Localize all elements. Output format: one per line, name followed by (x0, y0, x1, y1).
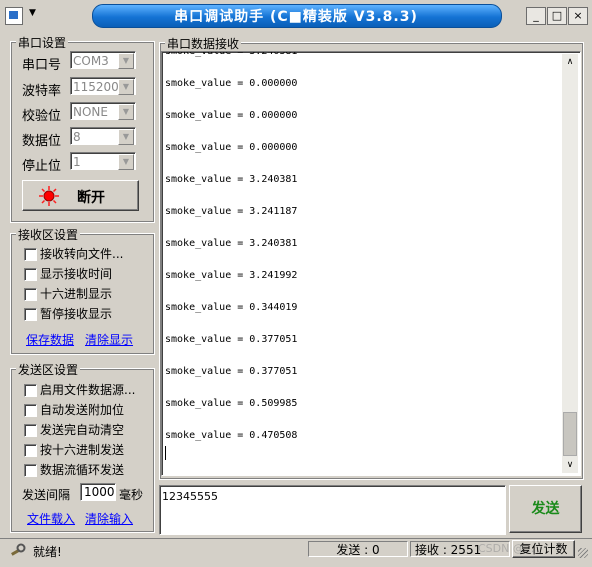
sent-count: 发送 : 0 (308, 541, 408, 557)
show-time-label: 显示接收时间 (40, 267, 113, 281)
receive-line: smoke_value = 3.240381 (165, 174, 298, 185)
red-led-icon (39, 186, 59, 206)
app-menu-icon[interactable] (5, 7, 23, 25)
receive-line: smoke_value = 0.000000 (165, 78, 298, 89)
receive-line: smoke_value = 0.344019 (165, 302, 298, 313)
append-bits-label: 自动发送附加位 (40, 403, 125, 417)
send-button[interactable]: 发送 (509, 485, 582, 533)
receive-to-file-label: 接收转向文件... (40, 247, 124, 261)
receive-to-file-checkbox[interactable] (24, 248, 37, 261)
receive-line: smoke_value = 0.000000 (165, 110, 298, 121)
receive-line: smoke_value = 3.241187 (165, 206, 298, 217)
baud-label: 波特率 (22, 84, 62, 99)
status-text: 就绪! (33, 545, 62, 559)
status-divider (0, 538, 592, 539)
stop-bits-select[interactable]: 1 ▼ (70, 152, 136, 170)
receive-line: smoke_value = 0.377051 (165, 334, 298, 345)
clear-display-link[interactable]: 清除显示 (85, 331, 133, 348)
serial-settings-label: 串口设置 (16, 34, 69, 51)
resize-grip[interactable] (578, 548, 588, 558)
baud-value: 115200 (73, 80, 119, 94)
send-settings-label: 发送区设置 (16, 361, 81, 378)
receive-line: smoke_value = 0.509985 (165, 398, 298, 409)
hex-display-label: 十六进制显示 (40, 287, 113, 301)
chevron-down-icon[interactable]: ▼ (118, 53, 134, 69)
receive-line: smoke_value = 0.470508 (165, 430, 298, 441)
parity-label: 校验位 (22, 109, 62, 124)
minimize-button[interactable]: _ (526, 7, 546, 25)
window-title: 串口调试助手 (C■精装版 V3.8.3) (174, 9, 418, 25)
close-button[interactable]: × (568, 7, 588, 25)
append-bits-checkbox[interactable] (24, 404, 37, 417)
pause-display-label: 暂停接收显示 (40, 307, 113, 321)
data-bits-label: 数据位 (22, 134, 62, 149)
data-bits-select[interactable]: 8 ▼ (70, 127, 136, 145)
parity-select[interactable]: NONE ▼ (70, 102, 136, 120)
receive-line: smoke_value = 3.240381 (165, 238, 298, 249)
scrollbar-thumb[interactable] (563, 412, 577, 456)
chevron-down-icon[interactable]: ▼ (118, 104, 134, 120)
receive-line: smoke_value = 0.377051 (165, 366, 298, 377)
open-close-port-button[interactable]: 断开 (22, 180, 139, 211)
clear-input-link[interactable]: 清除输入 (85, 510, 133, 527)
dropdown-arrow-icon[interactable]: ▼ (29, 8, 36, 18)
pause-display-checkbox[interactable] (24, 308, 37, 321)
show-time-checkbox[interactable] (24, 268, 37, 281)
scroll-up-icon[interactable]: ∧ (562, 54, 578, 70)
chevron-down-icon[interactable]: ▼ (118, 129, 134, 145)
receive-line: smoke_value = 3.240381 (165, 51, 298, 57)
receive-text-area[interactable]: smoke_value = 3.240381 smoke_value = 0.00… (161, 51, 581, 476)
send-input[interactable]: 12345555 (159, 485, 506, 535)
stop-bits-value: 1 (73, 155, 81, 169)
receive-line: smoke_value = 0.000000 (165, 142, 298, 153)
hex-send-label: 按十六进制发送 (40, 443, 125, 457)
stop-bits-label: 停止位 (22, 159, 62, 174)
load-file-link[interactable]: 文件载入 (27, 510, 75, 527)
send-interval-unit: 毫秒 (119, 488, 144, 502)
receive-area-label: 串口数据接收 (165, 35, 242, 52)
hex-send-checkbox[interactable] (24, 444, 37, 457)
chevron-down-icon[interactable]: ▼ (118, 79, 134, 95)
text-cursor (165, 446, 166, 460)
parity-value: NONE (73, 105, 108, 119)
maximize-button[interactable]: □ (547, 7, 567, 25)
receive-line: smoke_value = 3.241992 (165, 270, 298, 281)
port-label: 串口号 (22, 58, 62, 73)
chevron-down-icon[interactable]: ▼ (118, 154, 134, 170)
auto-clear-label: 发送完自动清空 (40, 423, 125, 437)
open-close-port-label: 断开 (77, 190, 105, 206)
vertical-scrollbar[interactable]: ∧ ∨ (562, 54, 578, 473)
port-select[interactable]: COM3 ▼ (70, 51, 136, 69)
send-interval-label: 发送间隔 (22, 488, 71, 502)
file-source-label: 启用文件数据源... (40, 383, 136, 397)
loop-send-label: 数据流循环发送 (40, 463, 125, 477)
watermark: CSDN @... (478, 542, 535, 555)
port-value: COM3 (73, 54, 109, 68)
file-source-checkbox[interactable] (24, 384, 37, 397)
send-interval-input[interactable]: 1000 (80, 483, 116, 501)
wrench-icon (11, 543, 26, 556)
hex-display-checkbox[interactable] (24, 288, 37, 301)
loop-send-checkbox[interactable] (24, 464, 37, 477)
data-bits-value: 8 (73, 130, 81, 144)
scroll-down-icon[interactable]: ∨ (562, 457, 578, 473)
save-data-link[interactable]: 保存数据 (26, 331, 74, 348)
baud-select[interactable]: 115200 ▼ (70, 77, 136, 95)
receive-settings-label: 接收区设置 (16, 226, 81, 243)
auto-clear-checkbox[interactable] (24, 424, 37, 437)
